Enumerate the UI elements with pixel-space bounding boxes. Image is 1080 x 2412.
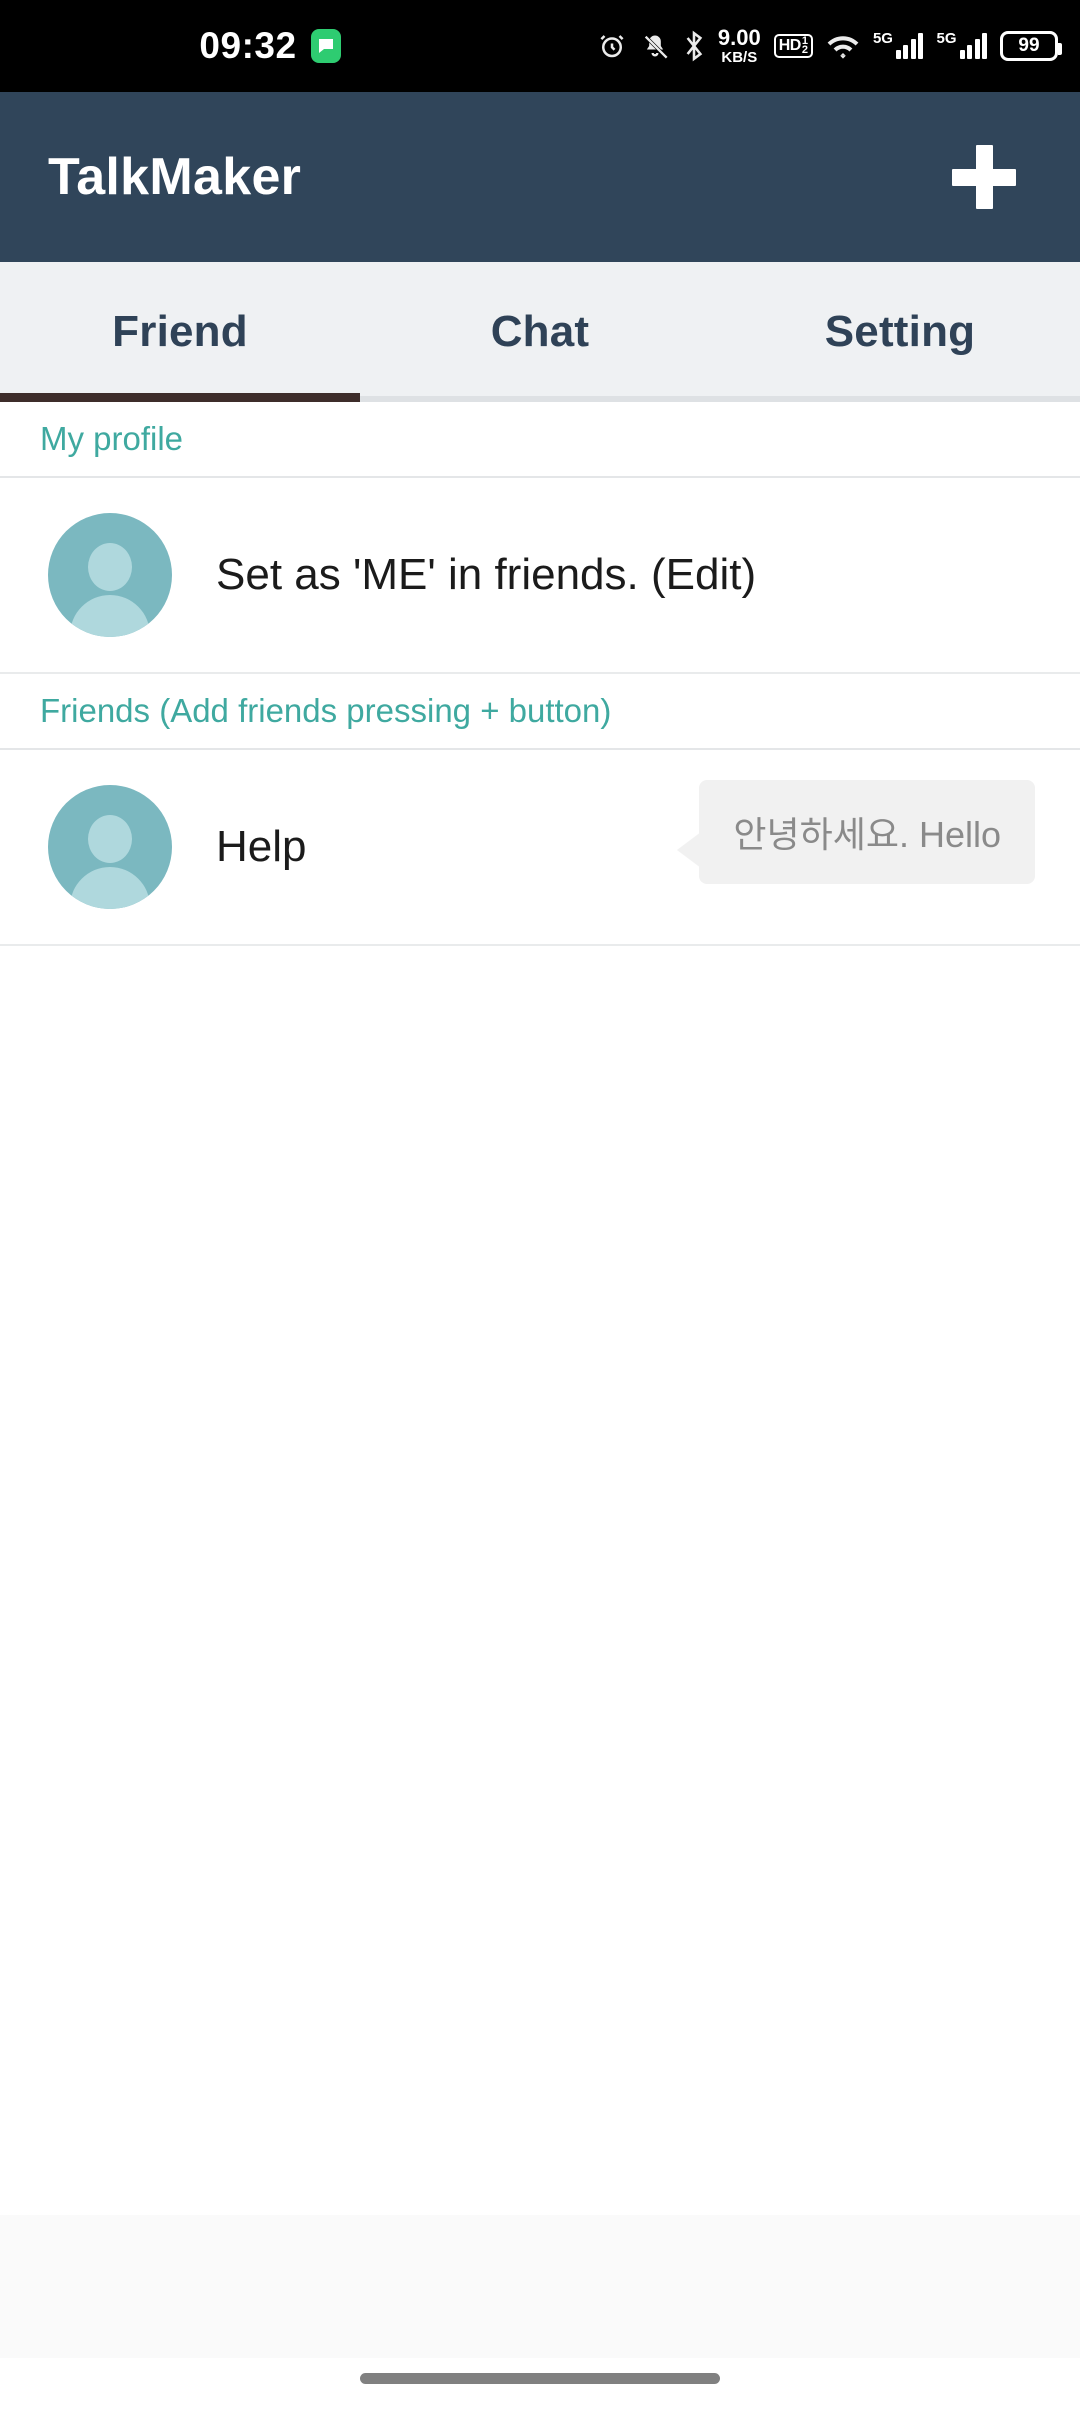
add-friend-button[interactable]: [936, 129, 1032, 225]
data-rate-indicator: 9.00 KB/S: [717, 25, 761, 66]
data-rate-value: 9.00: [717, 25, 761, 50]
tab-bar: Friend Chat Setting: [0, 262, 1080, 402]
tab-setting-label: Setting: [824, 307, 976, 356]
alarm-clock-icon: [597, 31, 627, 61]
wifi-icon: [826, 32, 860, 60]
signal-bars-1: [895, 33, 924, 59]
status-bar: 09:32 9.00 KB/S HD 1 2 5G 5G 99: [0, 0, 1080, 92]
bottom-panel: [0, 2215, 1080, 2358]
home-gesture-pill[interactable]: [360, 2372, 720, 2384]
friend-name: Help: [216, 822, 307, 871]
status-bar-clock: 09:32: [199, 25, 297, 66]
bell-muted-icon: [640, 32, 670, 60]
avatar-head: [88, 815, 132, 863]
data-rate-unit: KB/S: [721, 49, 758, 66]
section-header-friends: Friends (Add friends pressing + button): [0, 674, 1080, 750]
status-message-bubble: 안녕하세요. Hello: [677, 780, 1035, 884]
my-profile-name: Set as 'ME' in friends. (Edit): [216, 550, 757, 599]
list-item-friend-help[interactable]: Help 안녕하세요. Hello: [0, 750, 1080, 946]
status-bar-left: 09:32: [0, 0, 540, 92]
signal-indicator-2: 5G: [936, 30, 987, 59]
list-item-my-profile[interactable]: Set as 'ME' in friends. (Edit): [0, 478, 1080, 674]
avatar-body: [70, 867, 150, 909]
person-avatar-icon: [48, 513, 172, 637]
hd-voice-icon: HD 1 2: [773, 33, 813, 59]
app-bar: TalkMaker: [0, 92, 1080, 262]
avatar-body: [70, 595, 150, 637]
network-type-label-2: 5G: [936, 30, 957, 47]
section-header-friends-label: Friends (Add friends pressing + button): [40, 692, 612, 729]
tab-chat-label: Chat: [490, 307, 590, 356]
avatar-head: [88, 543, 132, 591]
hd-label: HD: [778, 37, 802, 54]
signal-indicator-1: 5G: [872, 30, 924, 59]
bluetooth-icon: [683, 30, 705, 62]
battery-icon: 99: [1000, 31, 1062, 61]
tab-chat[interactable]: Chat: [360, 262, 720, 402]
person-avatar-icon: [48, 785, 172, 909]
system-navigation-bar: [0, 2358, 1080, 2412]
status-message-text: 안녕하세요. Hello: [733, 814, 1001, 855]
battery-level-label: 99: [1018, 35, 1040, 56]
tab-friend[interactable]: Friend: [0, 262, 360, 402]
status-bar-right: 9.00 KB/S HD 1 2 5G 5G 99: [597, 0, 1062, 92]
signal-bars-2: [959, 33, 987, 59]
section-header-my-profile-label: My profile: [40, 420, 184, 457]
plus-icon-vertical: [975, 145, 993, 209]
app-title: TalkMaker: [48, 148, 302, 206]
friend-list: My profile Set as 'ME' in friends. (Edit…: [0, 402, 1080, 2412]
tab-setting[interactable]: Setting: [720, 262, 1080, 402]
section-header-my-profile: My profile: [0, 402, 1080, 478]
app-screen: 09:32 9.00 KB/S HD 1 2 5G 5G 99 TalkMake…: [0, 0, 1080, 2412]
tab-friend-label: Friend: [112, 307, 248, 356]
network-type-label-1: 5G: [872, 30, 893, 47]
hd-sub-2: 2: [801, 44, 808, 56]
chat-bubble-icon: [310, 29, 341, 63]
